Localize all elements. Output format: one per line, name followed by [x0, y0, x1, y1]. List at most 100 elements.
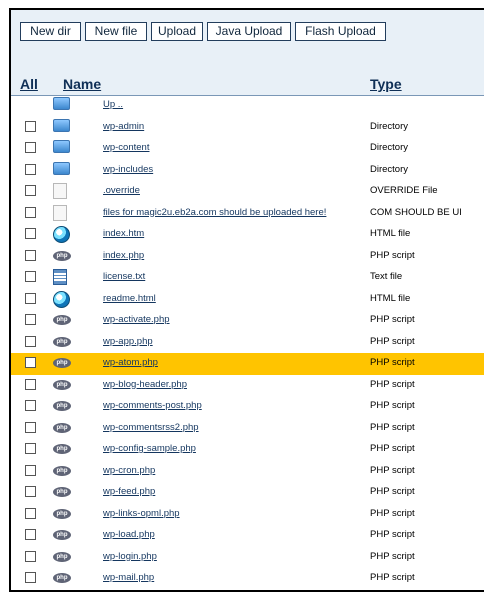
php-icon: php: [53, 484, 71, 499]
file-checkbox[interactable]: [25, 529, 36, 540]
file-checkbox[interactable]: [25, 142, 36, 153]
file-row[interactable]: php wp-comments-post.php PHP script: [11, 396, 484, 418]
file-type: PHP script: [370, 421, 415, 433]
file-name-link[interactable]: wp-blog-header.php: [103, 379, 187, 390]
file-manager-panel: New dir New file Upload Java Upload Flas…: [9, 8, 484, 592]
file-row[interactable]: php wp-atom.php PHP script: [11, 353, 484, 375]
file-row[interactable]: wp-admin Directory: [11, 117, 484, 139]
file-checkbox[interactable]: [25, 507, 36, 519]
file-row[interactable]: wp-content Directory: [11, 138, 484, 160]
php-icon: php: [53, 398, 71, 413]
file-row[interactable]: php wp-load.php PHP script: [11, 525, 484, 547]
file-checkbox[interactable]: [25, 185, 36, 196]
file-name-link[interactable]: wp-commentsrss2.php: [103, 422, 199, 433]
file-checkbox[interactable]: [25, 271, 36, 282]
file-checkbox[interactable]: [25, 572, 36, 583]
file-name-link[interactable]: wp-cron.php: [103, 465, 155, 476]
file-row[interactable]: php wp-config-sample.php PHP script: [11, 439, 484, 461]
file-row[interactable]: php wp-login.php PHP script: [11, 547, 484, 569]
name-column-header[interactable]: Name: [63, 76, 101, 92]
file-checkbox[interactable]: [25, 378, 36, 390]
flash-upload-button[interactable]: Flash Upload: [295, 22, 386, 41]
file-name-link[interactable]: wp-config-sample.php: [103, 443, 196, 454]
type-column-header[interactable]: Type: [370, 76, 402, 92]
document-icon: [53, 204, 71, 221]
file-name-link[interactable]: wp-app.php: [103, 336, 153, 347]
file-name-link[interactable]: wp-links-opml.php: [103, 508, 180, 519]
file-name-link[interactable]: .override: [103, 185, 140, 196]
file-name-link[interactable]: wp-includes: [103, 164, 153, 175]
file-row[interactable]: php wp-activate.php PHP script: [11, 310, 484, 332]
file-checkbox[interactable]: [25, 443, 36, 454]
file-name-link[interactable]: wp-load.php: [103, 529, 155, 540]
php-icon: php: [53, 248, 71, 263]
file-name-link[interactable]: wp-comments-post.php: [103, 400, 202, 411]
file-type: Text file: [370, 271, 403, 282]
file-name-link[interactable]: license.txt: [103, 271, 145, 282]
file-row[interactable]: license.txt Text file: [11, 267, 484, 289]
file-checkbox[interactable]: [25, 400, 36, 411]
file-row[interactable]: php wp-cron.php PHP script: [11, 461, 484, 483]
file-checkbox[interactable]: [25, 550, 36, 562]
file-checkbox[interactable]: [25, 357, 36, 368]
file-table-header: All Name Type: [11, 73, 484, 96]
file-type: PHP script: [370, 486, 415, 497]
new-dir-button[interactable]: New dir: [20, 22, 81, 41]
file-checkbox[interactable]: [25, 335, 36, 347]
file-row[interactable]: php index.php PHP script: [11, 246, 484, 268]
file-type: PHP script: [370, 507, 415, 519]
file-checkbox[interactable]: [25, 163, 36, 175]
file-checkbox[interactable]: [25, 206, 36, 218]
file-checkbox[interactable]: [25, 120, 36, 132]
file-type: PHP script: [370, 357, 415, 368]
file-name-link[interactable]: wp-content: [103, 142, 149, 153]
file-name-link[interactable]: wp-feed.php: [103, 486, 155, 497]
file-name-link[interactable]: wp-mail.php: [103, 572, 154, 583]
file-type: PHP script: [370, 249, 415, 261]
file-row[interactable]: files for magic2u.eb2a.com should be upl…: [11, 203, 484, 225]
new-file-button[interactable]: New file: [85, 22, 147, 41]
file-type: HTML file: [370, 228, 411, 239]
document-icon: [53, 183, 71, 199]
file-row[interactable]: wp-includes Directory: [11, 160, 484, 182]
php-icon: php: [53, 463, 71, 478]
file-name-link[interactable]: wp-activate.php: [103, 314, 170, 325]
file-row[interactable]: php wp-commentsrss2.php PHP script: [11, 418, 484, 440]
file-checkbox[interactable]: [25, 292, 36, 304]
file-checkbox[interactable]: [25, 228, 36, 239]
file-name-link[interactable]: index.php: [103, 250, 144, 261]
file-row[interactable]: php wp-feed.php PHP script: [11, 482, 484, 504]
file-name-link[interactable]: Up ..: [103, 99, 123, 110]
file-checkbox[interactable]: [25, 486, 36, 497]
file-checkbox[interactable]: [25, 314, 36, 325]
select-all-link[interactable]: All: [20, 76, 38, 92]
file-row[interactable]: php wp-blog-header.php PHP script: [11, 375, 484, 397]
file-row[interactable]: .override OVERRIDE File: [11, 181, 484, 203]
folder-up-icon: [53, 97, 71, 112]
file-type: PHP script: [370, 443, 415, 454]
file-checkbox[interactable]: [25, 249, 36, 261]
file-name-link[interactable]: files for magic2u.eb2a.com should be upl…: [103, 207, 326, 218]
java-upload-button[interactable]: Java Upload: [207, 22, 291, 41]
file-row[interactable]: Up ..: [11, 95, 484, 117]
file-name-link[interactable]: wp-admin: [103, 121, 144, 132]
file-type: PHP script: [370, 572, 415, 583]
php-icon: php: [53, 570, 71, 585]
file-checkbox[interactable]: [25, 421, 36, 433]
file-checkbox[interactable]: [25, 464, 36, 476]
file-row[interactable]: php wp-mail.php PHP script: [11, 568, 484, 590]
file-name-link[interactable]: wp-atom.php: [103, 357, 158, 368]
html-icon: [53, 290, 71, 308]
php-icon: php: [53, 377, 71, 392]
file-name-link[interactable]: wp-login.php: [103, 551, 157, 562]
file-type: PHP script: [370, 550, 415, 562]
file-name-link[interactable]: readme.html: [103, 293, 156, 304]
folder-icon: [53, 161, 71, 177]
file-row[interactable]: readme.html HTML file: [11, 289, 484, 311]
file-row[interactable]: php wp-app.php PHP script: [11, 332, 484, 354]
file-row[interactable]: index.htm HTML file: [11, 224, 484, 246]
upload-button[interactable]: Upload: [151, 22, 203, 41]
file-type: PHP script: [370, 378, 415, 390]
file-row[interactable]: php wp-links-opml.php PHP script: [11, 504, 484, 526]
file-name-link[interactable]: index.htm: [103, 228, 144, 239]
